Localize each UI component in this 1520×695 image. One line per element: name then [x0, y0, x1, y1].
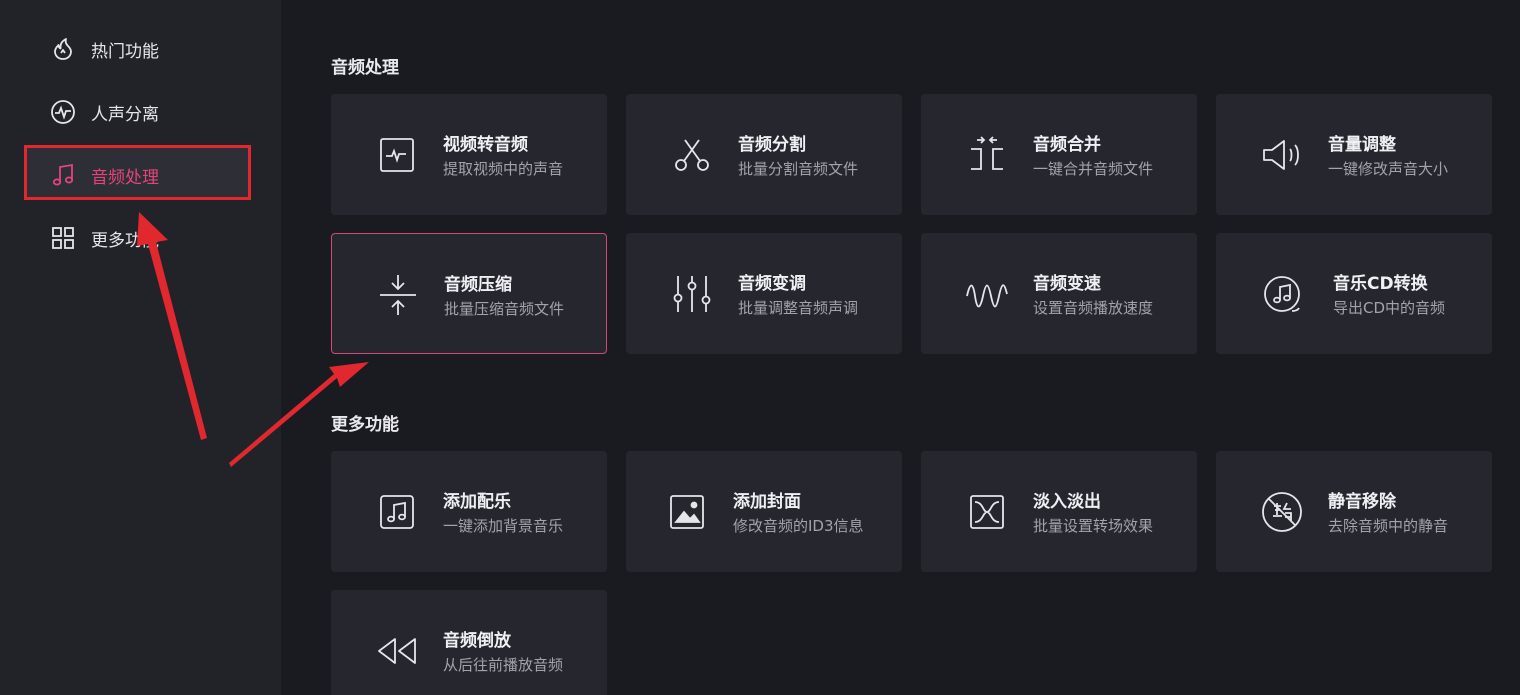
card-audio-pitch[interactable]: 音频变调 批量调整音频声调	[626, 233, 902, 354]
grid-icon	[50, 225, 76, 251]
card-title: 音频分割	[738, 135, 806, 155]
card-music-cd[interactable]: 音乐CD转换 导出CD中的音频	[1216, 233, 1492, 354]
cover-image-icon	[666, 491, 708, 533]
pulse-circle-icon	[50, 99, 76, 125]
card-description: 一键添加背景音乐	[443, 517, 564, 535]
sidebar-item-vocal-separation[interactable]: 人声分离	[50, 92, 159, 132]
card-audio-split[interactable]: 音频分割 批量分割音频文件	[626, 94, 902, 215]
card-description: 去除音频中的静音	[1328, 517, 1449, 535]
speaker-icon	[1261, 134, 1303, 176]
card-title: 音频压缩	[444, 275, 512, 295]
card-audio-merge[interactable]: 音频合并 一键合并音频文件	[921, 94, 1197, 215]
sidebar: 热门功能 人声分离 音频处理 更多功能	[0, 0, 281, 695]
card-audio-speed[interactable]: 音频变速 设置音频播放速度	[921, 233, 1197, 354]
sidebar-item-label: 人声分离	[91, 104, 159, 125]
card-description: 修改音频的ID3信息	[733, 517, 864, 535]
card-description: 导出CD中的音频	[1333, 299, 1446, 317]
card-description: 设置音频播放速度	[1033, 299, 1154, 317]
music-cd-icon	[1261, 273, 1303, 315]
add-music-icon	[376, 491, 418, 533]
video-to-audio-icon	[376, 134, 418, 176]
card-silence-remove[interactable]: 静音移除 去除音频中的静音	[1216, 451, 1492, 572]
card-description: 提取视频中的声音	[443, 160, 564, 178]
card-title: 添加封面	[733, 492, 801, 512]
sidebar-item-more-features[interactable]: 更多功能	[50, 218, 159, 258]
card-video-to-audio[interactable]: 视频转音频 提取视频中的声音	[331, 94, 607, 215]
sidebar-item-label: 更多功能	[91, 230, 159, 251]
card-title: 音频变速	[1033, 274, 1101, 294]
wave-icon	[966, 273, 1008, 315]
card-title: 淡入淡出	[1033, 492, 1101, 512]
card-title: 添加配乐	[443, 492, 511, 512]
card-description: 一键合并音频文件	[1033, 160, 1154, 178]
card-description: 一键修改声音大小	[1328, 160, 1449, 178]
card-description: 批量分割音频文件	[738, 160, 859, 178]
card-fade-in-out[interactable]: 淡入淡出 批量设置转场效果	[921, 451, 1197, 572]
compress-icon	[377, 274, 419, 316]
card-audio-compress[interactable]: 音频压缩 批量压缩音频文件	[331, 233, 607, 354]
sidebar-item-hot-features[interactable]: 热门功能	[50, 29, 159, 69]
sidebar-item-audio-processing[interactable]: 音频处理	[50, 155, 159, 195]
section-title-audio: 音频处理	[331, 58, 399, 78]
card-description: 批量设置转场效果	[1033, 517, 1154, 535]
card-description: 批量压缩音频文件	[444, 300, 565, 318]
card-title: 音频合并	[1033, 135, 1101, 155]
card-add-music[interactable]: 添加配乐 一键添加背景音乐	[331, 451, 607, 572]
fade-icon	[966, 491, 1008, 533]
card-title: 静音移除	[1328, 492, 1396, 512]
card-title: 音乐CD转换	[1333, 274, 1428, 294]
card-audio-reverse[interactable]: 音频倒放 从后往前播放音频	[331, 590, 607, 695]
equalizer-icon	[671, 273, 713, 315]
card-title: 音量调整	[1328, 135, 1396, 155]
merge-icon	[966, 134, 1008, 176]
music-note-icon	[50, 162, 76, 188]
rewind-icon	[376, 630, 418, 672]
flame-icon	[50, 36, 76, 62]
card-description: 批量调整音频声调	[738, 299, 859, 317]
card-title: 音频变调	[738, 274, 806, 294]
card-title: 音频倒放	[443, 631, 511, 651]
card-title: 视频转音频	[443, 135, 528, 155]
card-description: 从后往前播放音频	[443, 656, 564, 674]
sidebar-item-label: 音频处理	[91, 167, 159, 188]
section-title-more: 更多功能	[331, 415, 399, 435]
card-volume-adjust[interactable]: 音量调整 一键修改声音大小	[1216, 94, 1492, 215]
scissors-icon	[671, 134, 713, 176]
card-add-cover[interactable]: 添加封面 修改音频的ID3信息	[626, 451, 902, 572]
sidebar-item-label: 热门功能	[91, 41, 159, 62]
silence-remove-icon	[1261, 491, 1303, 533]
